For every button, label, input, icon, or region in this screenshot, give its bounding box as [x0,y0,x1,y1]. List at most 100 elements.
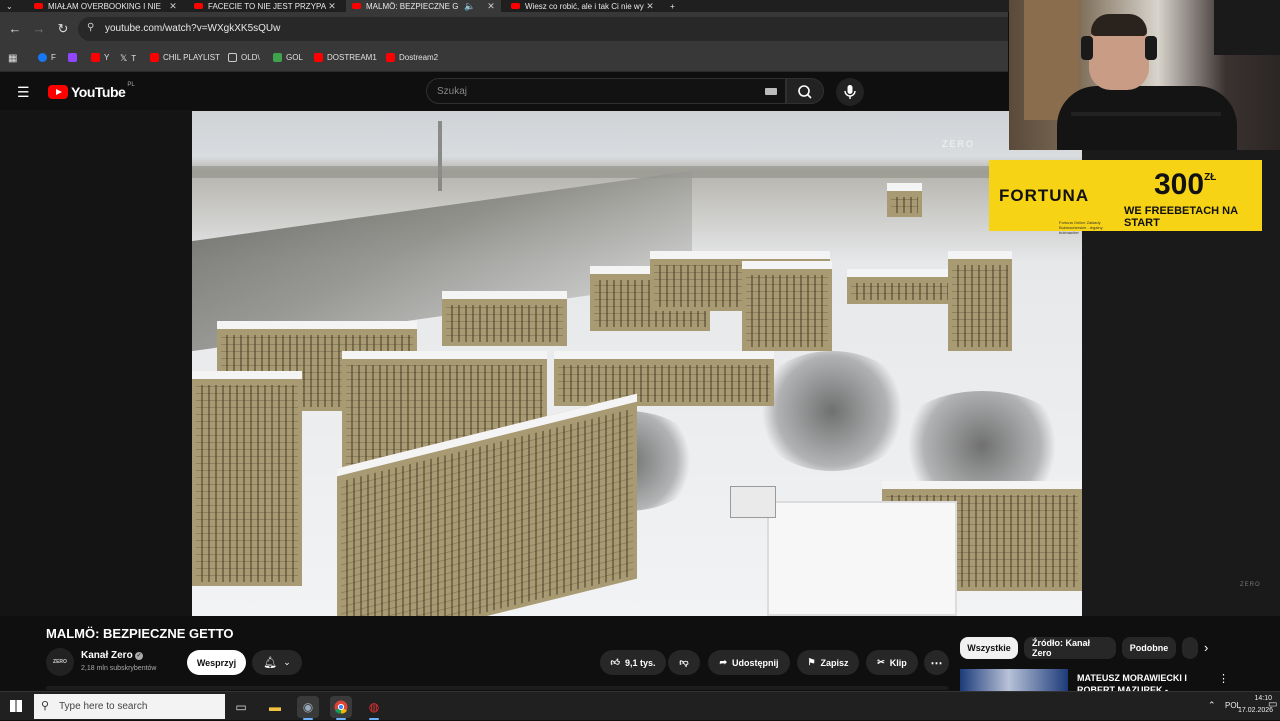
bookmark-item[interactable]: DOSTREAM1 [314,53,377,62]
close-icon[interactable]: ✕ [167,1,179,12]
headphones-icon [1081,36,1093,60]
obs-icon[interactable]: ◍ [363,696,385,720]
notification-icon[interactable]: ▭ [1268,699,1277,710]
streamer-webcam-overlay [1009,0,1280,150]
browser-tab-4[interactable]: Wiesz co robić, ale i tak Ci nie wychodz… [505,0,660,12]
save-button[interactable]: ⚑ Zapisz [797,650,859,675]
forward-icon[interactable]: → [30,20,48,38]
hamburger-menu-icon[interactable]: ☰ [17,84,30,101]
chevron-right-icon[interactable]: › [1204,640,1208,655]
clip-button[interactable]: ✂ Klip [866,650,918,675]
close-icon[interactable]: ✕ [644,1,656,12]
apartment-block-image [742,261,832,351]
more-actions-button[interactable]: ⋯ [924,650,949,675]
windows-start-icon[interactable] [10,700,22,712]
address-bar[interactable]: ⚲ youtube.com/watch?v=WXgkXK5sQUw [78,17,1008,41]
video-title: MALMÖ: BEZPIECZNE GETTO [46,626,234,641]
bell-icon: 🔔︎ [263,657,278,669]
chevron-down-icon: ⌄ [6,1,13,11]
streamer-shirt-image [1057,86,1237,150]
youtube-icon [91,53,100,62]
url-text[interactable]: youtube.com/watch?v=WXgkXK5sQUw [105,23,280,34]
bookmark-icon: ⚑ [807,657,816,667]
reload-icon[interactable]: ↻ [54,20,72,38]
chip-all[interactable]: Wszystkie [960,637,1018,659]
apartment-block-image [554,351,774,406]
player-corner-watermark: ZERO [1240,582,1261,588]
search-input[interactable]: Szukaj [426,78,786,104]
youtube-play-icon [48,85,68,99]
windows-taskbar: ⚲ Type here to search ▭ ▬ ◉ ◍ ⌃ POL 14:1… [0,691,1280,720]
chip-overflow[interactable] [1182,637,1198,659]
browser-tab-3-active[interactable]: MALMÖ: BEZPIECZNE GETTO 🔈 ✕ [346,0,501,12]
tab-search-dropdown[interactable]: ⌄ [0,0,26,12]
youtube-logo[interactable]: YouTube PL [48,82,135,100]
chevron-down-icon: ⌄ [283,657,291,667]
gol-icon [273,53,282,62]
site-info-icon[interactable]: ⚲ [87,22,94,33]
subscribe-notifications-button[interactable]: 🔔︎ ⌄ [252,650,302,675]
browser-toolbar: ← → ↻ ⚲ youtube.com/watch?v=WXgkXK5sQUw [0,12,1008,46]
kebab-menu-icon[interactable]: ⋮ [1218,672,1229,685]
search-button[interactable] [786,78,824,104]
recommended-thumbnail[interactable] [960,669,1068,691]
apartment-block-image [442,291,567,346]
browser-tab-2[interactable]: FACECIE TO NIE JEST PRZYPADEK ✕ [188,0,342,12]
back-icon[interactable]: ← [6,20,24,38]
thumbs-up-icon: 👍︎ [610,657,620,667]
task-view-icon[interactable]: ▭ [230,696,252,718]
taskbar-search-input[interactable]: ⚲ Type here to search [34,694,225,719]
facebook-icon [38,53,47,62]
thumbs-down-icon: 👎︎ [679,657,689,667]
youtube-favicon-icon [511,3,520,9]
discord-icon[interactable]: ◉ [297,696,319,720]
browser-tab-1[interactable]: MIAŁAM OVERBOOKING I NIE ✕ [28,0,183,12]
description-box-edge [46,686,948,690]
file-explorer-icon[interactable]: ▬ [264,696,286,718]
bookmark-item[interactable]: Y [91,53,109,62]
player-left-backdrop [0,110,192,616]
microphone-arm-image [1071,112,1221,116]
subscriber-count: 2,18 mln subskrybentów [81,665,157,672]
youtube-favicon-icon [194,3,203,9]
video-player[interactable]: ZERO [192,111,1082,616]
speaker-icon[interactable]: 🔈 [459,1,481,12]
channel-watermark: ZERO [942,139,976,149]
support-button[interactable]: Wesprzyj [187,650,246,675]
fortuna-ad-banner: FORTUNA 300ZŁ WE FREEBETACH NA START For… [989,160,1262,235]
x-icon: 𝕏 [120,53,128,63]
headphones-icon [1145,36,1157,60]
youtube-icon [314,53,323,62]
bookmark-item[interactable]: GOL [273,53,303,62]
close-icon[interactable]: ✕ [326,1,338,12]
keyboard-icon[interactable] [765,88,777,95]
share-arrow-icon: ➦ [719,657,728,667]
new-tab-button[interactable]: + [664,0,684,12]
close-icon[interactable]: ✕ [485,1,497,12]
bookmark-item[interactable]: Dostream2 [386,53,438,62]
voice-search-button[interactable] [836,78,864,106]
chip-related[interactable]: Podobne [1122,637,1176,659]
chevron-up-icon[interactable]: ⌃ [1208,700,1216,711]
bookmark-item[interactable]: F [38,53,56,62]
channel-name[interactable]: Kanał Zero [81,650,133,661]
bookmark-folder[interactable]: OLD\ [228,53,260,62]
bookmark-item[interactable]: CHIL PLAYLIST [150,53,220,62]
share-button[interactable]: ➦ Udostępnij [708,650,790,675]
trees-image [752,351,912,471]
folder-icon [228,53,237,62]
apps-grid-icon[interactable]: ▦ [8,53,17,64]
bookmark-item[interactable]: 𝕏T [120,53,136,64]
channel-avatar[interactable]: ZERO [46,648,74,676]
system-tray: ⌃ POL 14:10 17.02.2026 ▭ [1160,692,1280,721]
bookmarks-bar: ▦ F Y 𝕏T CHIL PLAYLIST OLD\ GOL DOSTREAM… [0,46,1008,72]
dislike-button[interactable]: 👎︎ [668,650,700,675]
scissors-icon: ✂ [877,657,885,667]
tv-tower-image [438,121,442,191]
chip-channel[interactable]: Źródło: Kanał Zero [1024,637,1116,659]
bookmark-item[interactable] [68,53,81,62]
monitor-image [1214,0,1280,55]
distant-city-image [192,166,1082,178]
like-button[interactable]: 👍︎ 9,1 tys. [600,650,666,675]
chrome-icon[interactable] [330,696,352,720]
